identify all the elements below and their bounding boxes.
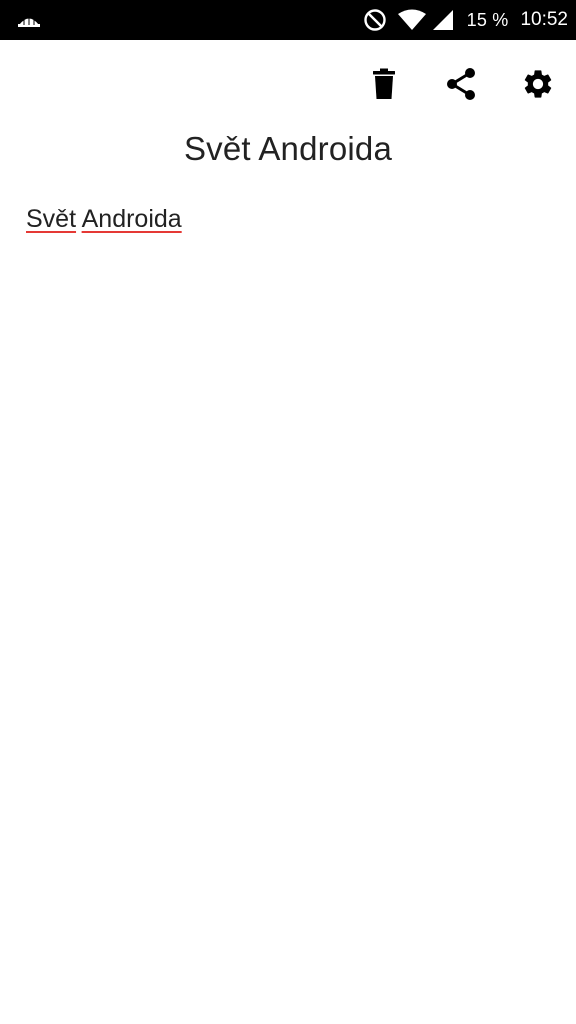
cell-signal-icon — [431, 8, 455, 32]
share-icon — [445, 67, 477, 106]
share-button[interactable] — [441, 66, 481, 106]
settings-button[interactable] — [518, 66, 558, 106]
trash-icon — [371, 68, 397, 105]
misspelled-word[interactable]: Androida — [82, 205, 182, 233]
battery-percentage: 15 % — [466, 9, 509, 30]
notification-app-icon — [17, 12, 41, 28]
clock: 10:52 — [520, 9, 568, 30]
toolbar — [0, 40, 576, 130]
status-bar: 15 % 10:52 — [0, 0, 576, 40]
note-title[interactable]: Svět Androida — [0, 130, 576, 182]
do-not-disturb-icon — [363, 8, 387, 32]
note-body-editor[interactable]: Svět Androida — [26, 205, 550, 245]
wifi-icon — [397, 8, 427, 32]
delete-button[interactable] — [364, 66, 404, 106]
misspelled-word[interactable]: Svět — [26, 205, 76, 233]
gear-icon — [521, 67, 555, 106]
